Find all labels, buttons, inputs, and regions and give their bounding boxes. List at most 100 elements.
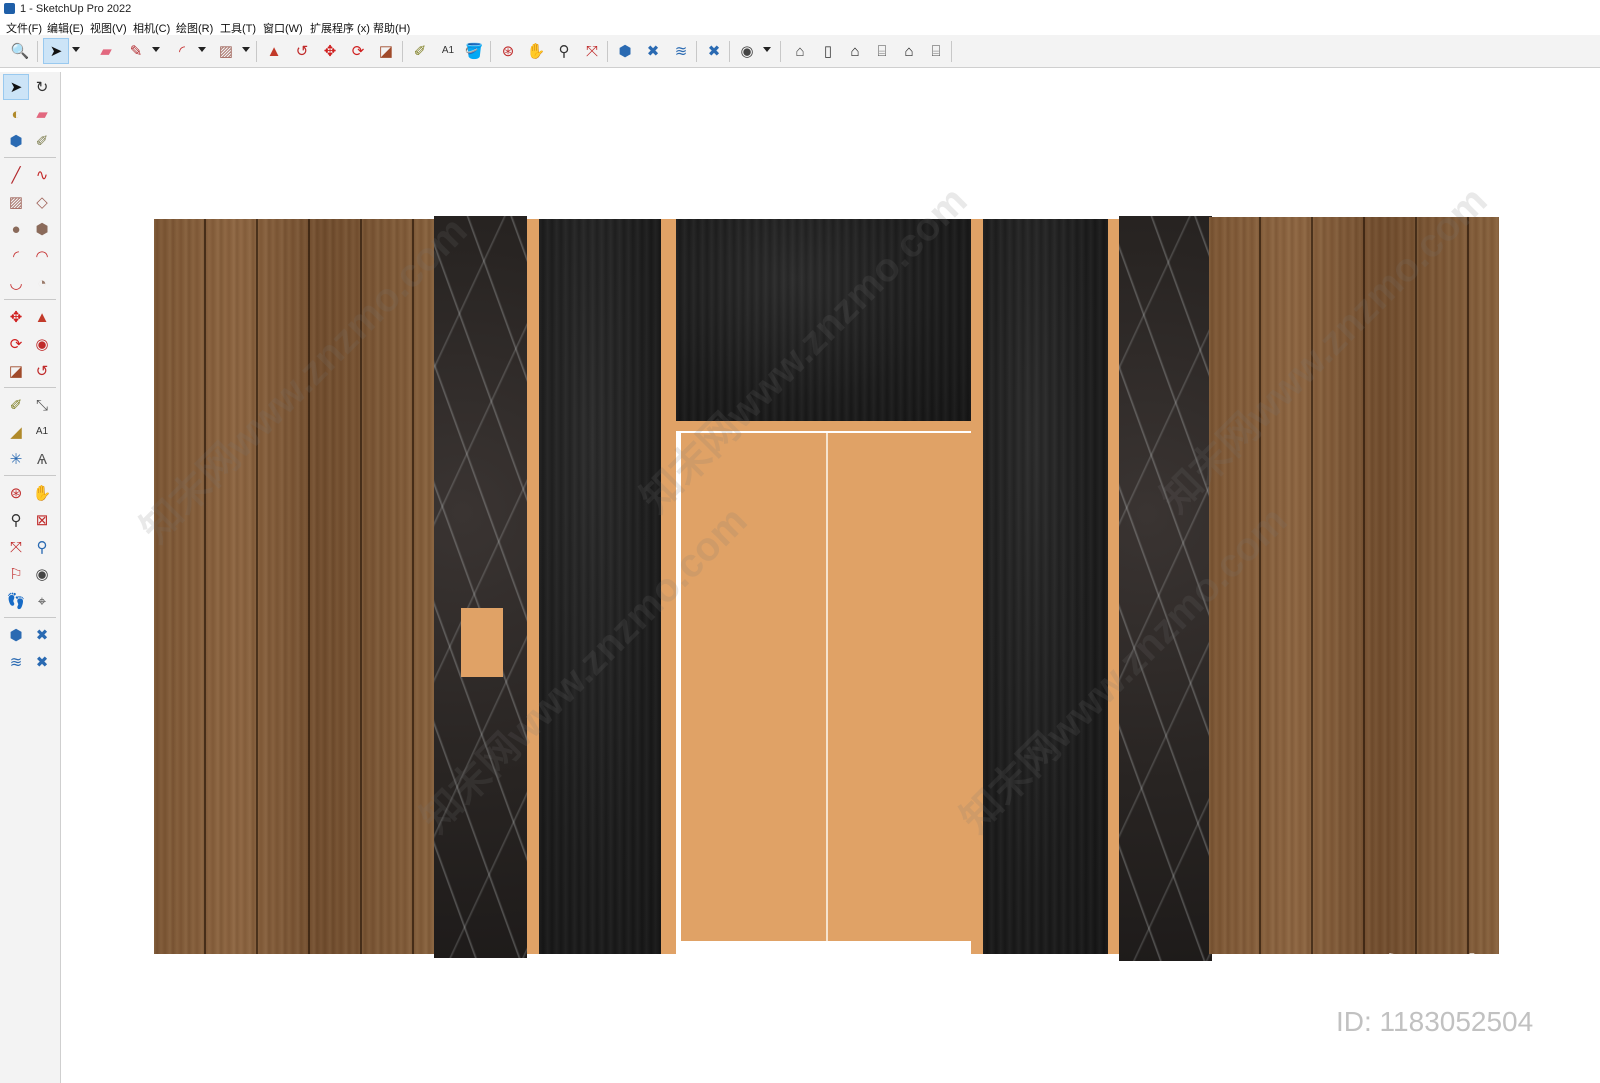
rotate-icon[interactable]: ⟳ xyxy=(346,39,370,63)
axes-icon[interactable]: ✳ xyxy=(4,447,28,471)
menu-help[interactable]: 帮助(H) xyxy=(373,20,410,36)
zoom-icon[interactable]: ⚲ xyxy=(552,39,576,63)
move-icon[interactable]: ✥ xyxy=(4,305,28,329)
select-tool-icon[interactable]: ➤ xyxy=(43,38,69,64)
search-icon[interactable]: 🔍 xyxy=(8,39,32,63)
extension-manager-icon[interactable]: ✖ xyxy=(702,39,726,63)
front-view-icon[interactable]: ⌂ xyxy=(843,39,867,63)
position-camera-icon[interactable]: ⚐ xyxy=(4,562,28,586)
menu-tools[interactable]: 工具(T) xyxy=(220,20,256,36)
two-point-arc-icon[interactable]: ◠ xyxy=(30,244,54,268)
rectangle-icon[interactable]: ▨ xyxy=(214,39,238,63)
scale-icon[interactable]: ◪ xyxy=(374,39,398,63)
toolbar-separator xyxy=(4,299,56,300)
toolbar-separator xyxy=(4,157,56,158)
zoom-icon[interactable]: ⚲ xyxy=(4,508,28,532)
rotated-rectangle-icon[interactable]: ◇ xyxy=(30,190,54,214)
text-label-icon[interactable]: A1 xyxy=(30,420,54,444)
toolbar-separator xyxy=(4,387,56,388)
pencil-icon[interactable]: ✎ xyxy=(124,39,148,63)
right-orange-trim xyxy=(1108,219,1119,954)
paint-bucket-icon[interactable]: ◐ xyxy=(4,102,28,126)
extension-warehouse-icon[interactable]: ✖ xyxy=(30,623,54,647)
pie-icon[interactable]: ◔ xyxy=(30,271,54,295)
extension-manager-icon[interactable]: ✖ xyxy=(30,650,54,674)
zoom-extents-icon[interactable]: ⤧ xyxy=(580,39,604,63)
toolbar-separator xyxy=(256,41,257,62)
menu-draw[interactable]: 绘图(R) xyxy=(176,20,213,36)
lasso-select-icon[interactable]: ↻ xyxy=(30,75,54,99)
dimension-icon[interactable]: ⤡ xyxy=(30,393,54,417)
account-icon[interactable]: ◉ xyxy=(735,39,759,63)
arc-icon[interactable]: ◜ xyxy=(170,39,194,63)
three-point-arc-icon[interactable]: ◡ xyxy=(4,271,28,295)
push-pull-icon[interactable]: ▲ xyxy=(30,305,54,329)
3d-warehouse-icon[interactable]: ⬢ xyxy=(613,39,637,63)
rotate-icon[interactable]: ⟳ xyxy=(4,332,28,356)
toolbar-separator xyxy=(4,475,56,476)
previous-view-icon[interactable]: ⚲ xyxy=(30,535,54,559)
walk-icon[interactable]: 👣 xyxy=(4,589,28,613)
zoom-extents-icon[interactable]: ⤧ xyxy=(4,535,28,559)
protractor-icon[interactable]: ◢ xyxy=(4,420,28,444)
toolbar-separator xyxy=(951,41,952,62)
menu-edit[interactable]: 编辑(E) xyxy=(47,20,84,36)
menu-bar: 文件(F) 编辑(E) 视图(V) 相机(C) 绘图(R) 工具(T) 窗口(W… xyxy=(0,18,1600,35)
section-plane-icon[interactable]: ⌖ xyxy=(30,589,54,613)
zoom-window-icon[interactable]: ⊠ xyxy=(30,508,54,532)
circle-icon[interactable]: ● xyxy=(4,217,28,241)
chevron-down-icon[interactable] xyxy=(242,47,250,52)
push-pull-icon[interactable]: ▲ xyxy=(262,39,286,63)
menu-extensions[interactable]: 扩展程序 (x) xyxy=(310,20,370,36)
menu-camera[interactable]: 相机(C) xyxy=(133,20,170,36)
eraser-icon[interactable]: ▰ xyxy=(94,39,118,63)
id-watermark: ID: 1183052504 xyxy=(1336,1006,1534,1037)
right-black-panel xyxy=(983,219,1108,954)
left-orange-trim xyxy=(527,219,539,954)
chevron-down-icon[interactable] xyxy=(152,47,160,52)
door-center-seam xyxy=(826,433,828,941)
right-view-icon[interactable]: ⌸ xyxy=(870,39,894,63)
select-tool-icon[interactable]: ➤ xyxy=(3,74,29,100)
toolbar-separator xyxy=(4,617,56,618)
text-label-icon[interactable]: A1 xyxy=(436,39,460,63)
follow-me-icon[interactable]: ◉ xyxy=(30,332,54,356)
line-tool-icon[interactable]: ╱ xyxy=(4,163,28,187)
pan-hand-icon[interactable]: ✋ xyxy=(524,39,548,63)
arc-icon[interactable]: ◜ xyxy=(4,244,28,268)
3d-text-icon[interactable]: Ѧ xyxy=(30,447,54,471)
pan-hand-icon[interactable]: ✋ xyxy=(30,481,54,505)
polygon-icon[interactable]: ⬢ xyxy=(30,217,54,241)
eraser-icon[interactable]: ▰ xyxy=(30,102,54,126)
paint-bucket-icon[interactable]: 🪣 xyxy=(462,39,486,63)
freehand-icon[interactable]: ∿ xyxy=(30,163,54,187)
top-view-icon[interactable]: ▯ xyxy=(816,39,840,63)
tape-measure-icon[interactable]: ✐ xyxy=(4,393,28,417)
iso-view-icon[interactable]: ⌂ xyxy=(788,39,812,63)
tag-icon[interactable]: ✐ xyxy=(30,129,54,153)
model-viewport[interactable]: 知末网www.znzmo.com 知末网www.znzmo.com 知末网www… xyxy=(61,68,1600,1083)
menu-view[interactable]: 视图(V) xyxy=(90,20,127,36)
orbit-icon[interactable]: ⊛ xyxy=(496,39,520,63)
orbit-icon[interactable]: ⊛ xyxy=(4,481,28,505)
chevron-down-icon[interactable] xyxy=(763,47,771,52)
left-view-icon[interactable]: ⌸ xyxy=(924,39,948,63)
3d-warehouse-icon[interactable]: ⬢ xyxy=(4,623,28,647)
chevron-down-icon[interactable] xyxy=(72,47,80,52)
scale-icon[interactable]: ◪ xyxy=(4,359,28,383)
make-component-icon[interactable]: ⬢ xyxy=(4,129,28,153)
layout-icon[interactable]: ≋ xyxy=(4,650,28,674)
follow-me-icon[interactable]: ↺ xyxy=(290,39,314,63)
rectangle-icon[interactable]: ▨ xyxy=(4,190,28,214)
offset-icon[interactable]: ↺ xyxy=(30,359,54,383)
back-view-icon[interactable]: ⌂ xyxy=(897,39,921,63)
chevron-down-icon[interactable] xyxy=(198,47,206,52)
menu-file[interactable]: 文件(F) xyxy=(6,20,42,36)
elevator-call-panel xyxy=(461,608,503,677)
look-around-icon[interactable]: ◉ xyxy=(30,562,54,586)
tape-measure-icon[interactable]: ✐ xyxy=(408,39,432,63)
layout-icon[interactable]: ≋ xyxy=(669,39,693,63)
move-icon[interactable]: ✥ xyxy=(318,39,342,63)
menu-window[interactable]: 窗口(W) xyxy=(263,20,303,36)
extension-warehouse-icon[interactable]: ✖ xyxy=(641,39,665,63)
